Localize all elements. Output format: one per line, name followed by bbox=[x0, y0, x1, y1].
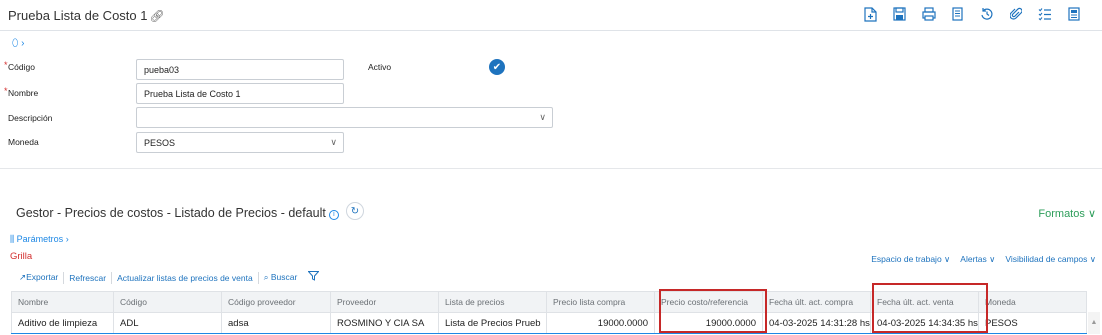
toolbar bbox=[856, 4, 1088, 24]
nombre-label-text: Nombre bbox=[8, 88, 39, 98]
filter-icon[interactable] bbox=[302, 271, 320, 284]
link-icon[interactable]: 🔗︎ bbox=[149, 9, 164, 23]
column-header[interactable]: Código bbox=[113, 291, 222, 313]
table-cell[interactable]: 19000.0000 bbox=[546, 312, 655, 334]
highlight-fecha-venta bbox=[872, 283, 988, 333]
section-title: Gestor - Precios de costos - Listado de … bbox=[16, 206, 339, 220]
page-title-text: Prueba Lista de Costo 1 bbox=[8, 8, 148, 23]
vertical-scrollbar[interactable]: ▲ bbox=[1088, 312, 1100, 334]
visibilidad-label: Visibilidad de campos bbox=[1005, 254, 1088, 264]
moneda-value: PESOS bbox=[144, 138, 176, 148]
espacio-label: Espacio de trabajo bbox=[871, 254, 942, 264]
codigo-value: pueba03 bbox=[144, 65, 180, 75]
refrescar-button[interactable]: Refrescar bbox=[64, 273, 111, 283]
alertas-label: Alertas bbox=[960, 254, 987, 264]
descripcion-label: Descripción bbox=[8, 113, 53, 123]
info-icon[interactable]: i bbox=[328, 210, 339, 220]
espacio-trabajo-dropdown[interactable]: Espacio de trabajo ∨ bbox=[871, 254, 950, 265]
chevron-down-icon: ∨ bbox=[330, 137, 337, 147]
codigo-input[interactable]: pueba03 bbox=[136, 59, 344, 80]
descripcion-select[interactable]: ∨ bbox=[136, 107, 553, 128]
print-icon[interactable] bbox=[914, 4, 943, 24]
nombre-value: Prueba Lista de Costo 1 bbox=[144, 89, 241, 99]
nombre-input[interactable]: Prueba Lista de Costo 1 bbox=[136, 83, 344, 104]
required-mark: * bbox=[4, 60, 8, 70]
activo-checkbox[interactable]: ✔ bbox=[489, 59, 505, 75]
save-icon[interactable] bbox=[885, 4, 914, 24]
section-divider bbox=[0, 168, 1102, 169]
refresh-icon[interactable]: ↻ bbox=[346, 202, 364, 220]
sliders-icon: ⫼ bbox=[10, 234, 15, 244]
formatos-label: Formatos bbox=[1038, 208, 1085, 220]
parametros-label: Parámetros bbox=[16, 234, 64, 244]
codigo-label: * Código bbox=[4, 60, 35, 72]
moneda-select[interactable]: PESOS ∨ bbox=[136, 132, 344, 153]
history-icon[interactable] bbox=[972, 4, 1001, 24]
codigo-label-text: Código bbox=[8, 62, 35, 72]
column-header[interactable]: Fecha últ. act. compra bbox=[762, 291, 871, 313]
checklist-icon[interactable] bbox=[1030, 4, 1059, 24]
grilla-label: Grilla bbox=[10, 251, 33, 262]
search-icon: ⌕ bbox=[263, 272, 269, 282]
buscar-button[interactable]: ⌕ Buscar bbox=[259, 272, 303, 283]
tag-icon: ⬯ bbox=[12, 38, 19, 49]
table-cell[interactable]: PESOS bbox=[978, 312, 1087, 334]
report-icon[interactable] bbox=[1059, 4, 1088, 24]
chevron-down-icon: ∨ bbox=[1087, 208, 1096, 220]
activo-label: Activo bbox=[368, 62, 392, 72]
nombre-label: * Nombre bbox=[4, 86, 39, 98]
table-cell[interactable]: ADL bbox=[113, 312, 222, 334]
attach-icon[interactable] bbox=[1001, 4, 1030, 24]
table-cell[interactable]: 04-03-2025 14:31:28 hs bbox=[762, 312, 871, 334]
page-title: Prueba Lista de Costo 1 🔗︎ bbox=[8, 8, 165, 23]
column-header[interactable]: Precio lista compra bbox=[546, 291, 655, 313]
title-bar: Prueba Lista de Costo 1 🔗︎ bbox=[0, 0, 1102, 31]
column-header[interactable]: Proveedor bbox=[330, 291, 439, 313]
buscar-label: Buscar bbox=[270, 272, 298, 282]
column-header[interactable]: Código proveedor bbox=[221, 291, 331, 313]
copy-icon[interactable] bbox=[943, 4, 972, 24]
new-doc-icon[interactable] bbox=[856, 4, 885, 24]
formatos-dropdown[interactable]: Formatos ∨ bbox=[1038, 207, 1096, 220]
moneda-label: Moneda bbox=[8, 137, 39, 147]
parametros-toggle[interactable]: ⫼ Parámetros › bbox=[10, 234, 69, 245]
column-header[interactable]: Moneda bbox=[978, 291, 1087, 313]
column-header[interactable]: Nombre bbox=[11, 291, 114, 313]
alertas-dropdown[interactable]: Alertas ∨ bbox=[960, 254, 995, 265]
chevron-right-icon: › bbox=[65, 234, 69, 244]
table-cell[interactable]: Aditivo de limpieza bbox=[11, 312, 114, 334]
required-mark: * bbox=[4, 86, 8, 96]
chevron-down-icon: ∨ bbox=[539, 112, 546, 122]
section-title-text: Gestor - Precios de costos - Listado de … bbox=[16, 206, 326, 220]
exportar-label: Exportar bbox=[26, 272, 59, 282]
column-header[interactable]: Lista de precios bbox=[438, 291, 547, 313]
highlight-precio-costo bbox=[659, 289, 767, 333]
grid-options: Espacio de trabajo ∨ Alertas ∨ Visibilid… bbox=[871, 254, 1096, 265]
table-cell[interactable]: Lista de Precios Prueb bbox=[438, 312, 547, 334]
grid-actions: ↗Exportar Refrescar Actualizar listas de… bbox=[14, 271, 320, 284]
actualizar-listas-button[interactable]: Actualizar listas de precios de venta bbox=[112, 273, 258, 283]
tags-toggle[interactable]: ⬯ › bbox=[12, 38, 24, 49]
visibilidad-campos-dropdown[interactable]: Visibilidad de campos ∨ bbox=[1005, 254, 1096, 265]
chevron-right-icon: › bbox=[21, 38, 25, 49]
table-cell[interactable]: ROSMINO Y CIA SA bbox=[330, 312, 439, 334]
table-cell[interactable]: adsa bbox=[221, 312, 331, 334]
exportar-button[interactable]: ↗Exportar bbox=[14, 272, 63, 283]
